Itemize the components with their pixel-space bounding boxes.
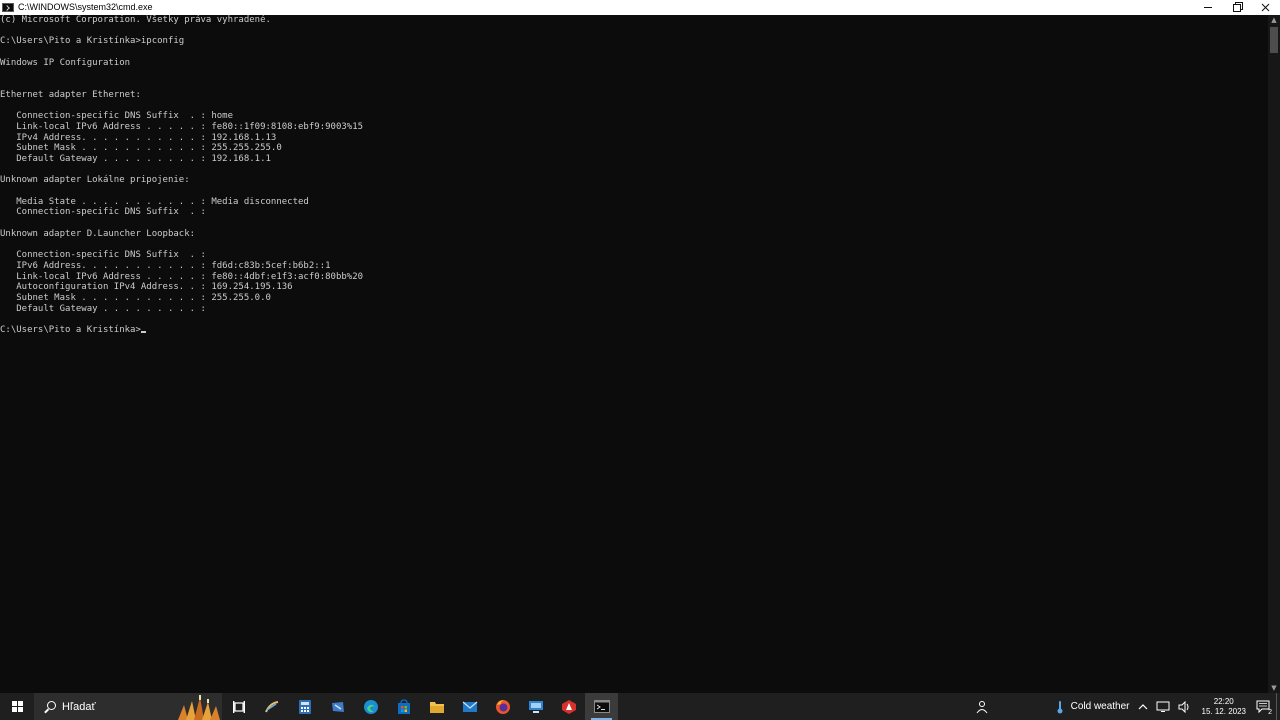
weather-text: Cold weather [1070, 701, 1130, 712]
scrollbar-thumb[interactable] [1270, 27, 1278, 53]
console-lines: (c) Microsoft Corporation. Všetky práva … [0, 15, 363, 314]
calculator-icon [298, 699, 311, 714]
close-button[interactable] [1251, 0, 1280, 15]
snipping-tool-button[interactable] [321, 693, 354, 720]
console-line: (c) Microsoft Corporation. Všetky práva … [0, 15, 271, 25]
taskbar-search-box[interactable]: Hľadať [34, 693, 222, 720]
cmd-app-icon [2, 3, 14, 12]
restore-button[interactable] [1222, 0, 1251, 15]
pen-app-button[interactable] [255, 693, 288, 720]
console-line: Autoconfiguration IPv4 Address. . : 169.… [0, 282, 293, 293]
start-button[interactable] [0, 693, 34, 720]
red-app-icon [561, 699, 576, 714]
console-line: Media State . . . . . . . . . . . : Medi… [0, 196, 309, 207]
task-view-button[interactable] [222, 693, 255, 720]
console-line: Subnet Mask . . . . . . . . . . . : 255.… [0, 292, 271, 303]
network-icon [1156, 701, 1170, 712]
console-line: C:\Users\Pito a Kristínka>ipconfig [0, 36, 185, 47]
vertical-scrollbar[interactable]: ▲ ▼ [1268, 15, 1280, 693]
title-bar[interactable]: C:\WINDOWS\system32\cmd.exe [0, 0, 1280, 15]
file-explorer-icon [429, 701, 444, 713]
remote-desktop-icon [528, 700, 543, 713]
scroll-down-arrow-icon[interactable]: ▼ [1270, 684, 1278, 692]
console-line: Link-local IPv6 Address . . . . . : fe80… [0, 121, 364, 132]
volume-icon [1178, 700, 1189, 713]
windows-logo-icon [11, 701, 23, 712]
window-controls [1193, 0, 1280, 15]
red-app-button[interactable] [552, 693, 585, 720]
firefox-button[interactable] [486, 693, 519, 720]
cmd-taskbar-button[interactable] [585, 693, 618, 720]
notification-center-button[interactable]: 2 [1252, 693, 1274, 720]
store-icon [397, 698, 410, 714]
console-prompt: C:\Users\Pito a Kristínka> [0, 324, 141, 335]
clock-time: 22:20 [1213, 696, 1234, 706]
taskbar: Hľadať Cold weather 22:20 15. 12. 2023 2 [0, 693, 1280, 720]
console-line: Subnet Mask . . . . . . . . . . . : 255.… [0, 143, 282, 154]
people-icon [976, 700, 988, 713]
mail-button[interactable] [453, 693, 486, 720]
console-line: IPv4 Address. . . . . . . . . . . : 192.… [0, 132, 277, 143]
store-button[interactable] [387, 693, 420, 720]
window-title: C:\WINDOWS\system32\cmd.exe [18, 2, 153, 12]
snipping-tool-icon [331, 701, 344, 712]
mail-icon [462, 701, 477, 712]
console-line: Connection-specific DNS Suffix . : [0, 207, 206, 218]
console-line: Unknown adapter Lokálne pripojenie: [0, 175, 190, 186]
people-button[interactable] [971, 693, 993, 720]
firefox-icon [495, 699, 510, 714]
console-line: Windows IP Configuration [0, 57, 131, 68]
console-line: IPv6 Address. . . . . . . . . . . : fd6d… [0, 260, 331, 271]
search-placeholder: Hľadať [62, 700, 96, 713]
network-button[interactable] [1152, 693, 1174, 720]
console-output-area[interactable]: (c) Microsoft Corporation. Všetky práva … [0, 15, 1268, 693]
minimize-button[interactable] [1193, 0, 1222, 15]
console-line: Connection-specific DNS Suffix . : [0, 250, 206, 261]
volume-button[interactable] [1174, 693, 1196, 720]
taskbar-apps [222, 693, 618, 720]
show-desktop-button[interactable] [1276, 693, 1280, 720]
cmd-icon [593, 700, 610, 713]
console-line: Link-local IPv6 Address . . . . . : fe80… [0, 271, 364, 282]
calculator-button[interactable] [288, 693, 321, 720]
pen-app-icon [264, 700, 278, 712]
edge-icon [363, 699, 378, 714]
text-cursor [140, 330, 146, 333]
scroll-up-arrow-icon[interactable]: ▲ [1270, 16, 1278, 24]
search-highlight-illustration-icon [178, 695, 220, 720]
weather-widget[interactable]: Cold weather [1051, 693, 1134, 720]
show-hidden-icons-button[interactable] [1134, 693, 1152, 720]
clock-date: 15. 12. 2023 [1201, 706, 1246, 716]
chevron-up-icon [1138, 703, 1147, 709]
console-line: Default Gateway . . . . . . . . . : [0, 303, 206, 314]
system-tray: Cold weather 22:20 15. 12. 2023 2 [971, 693, 1280, 720]
console-text: (c) Microsoft Corporation. Všetky práva … [0, 15, 1268, 336]
console-line: Default Gateway . . . . . . . . . : 192.… [0, 153, 271, 164]
notification-count-badge: 2 [1268, 709, 1272, 716]
file-explorer-button[interactable] [420, 693, 453, 720]
task-view-icon [232, 700, 245, 713]
edge-button[interactable] [354, 693, 387, 720]
remote-desktop-button[interactable] [519, 693, 552, 720]
search-icon [43, 700, 57, 714]
close-icon [1261, 3, 1270, 12]
console-line: Unknown adapter D.Launcher Loopback: [0, 228, 196, 239]
console-line: Ethernet adapter Ethernet: [0, 89, 141, 100]
console-line: Connection-specific DNS Suffix . : home [0, 111, 233, 122]
weather-thermometer-icon [1057, 700, 1063, 713]
clock[interactable]: 22:20 15. 12. 2023 [1196, 693, 1252, 720]
